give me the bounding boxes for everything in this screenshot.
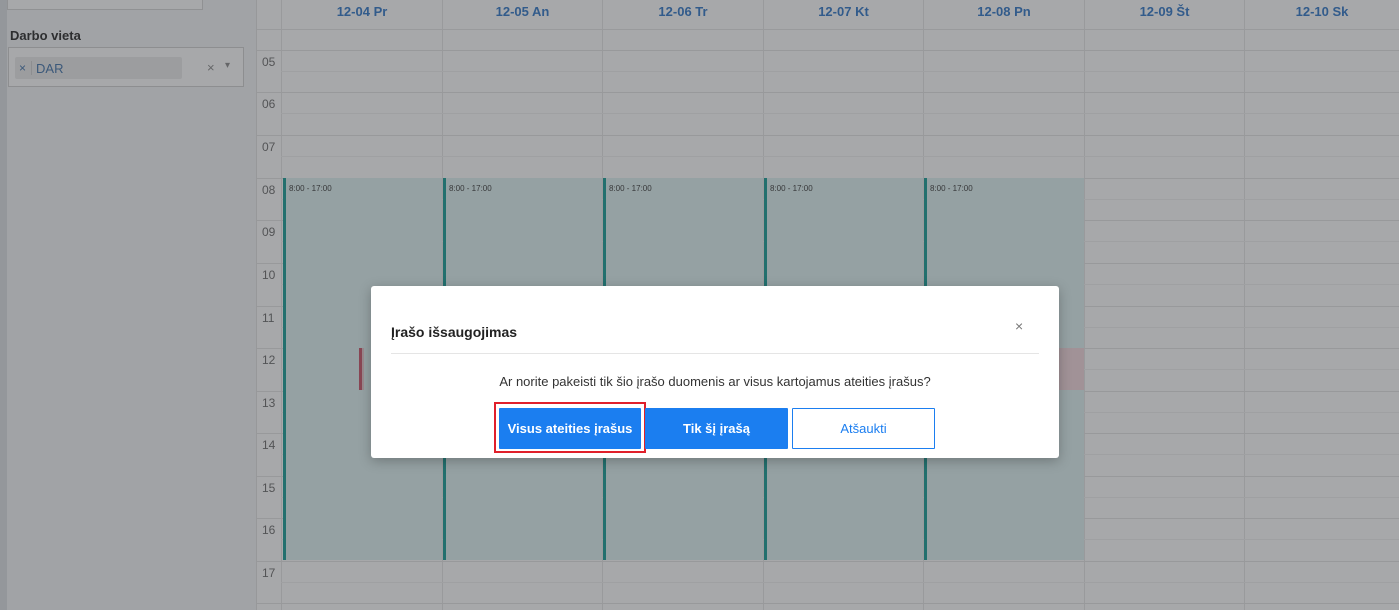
cancel-button[interactable]: Atšaukti — [792, 408, 935, 449]
all-future-records-button[interactable]: Visus ateities įrašus — [499, 408, 641, 449]
close-icon[interactable]: × — [1015, 318, 1023, 334]
dialog-message: Ar norite pakeisti tik šio įrašo duomeni… — [499, 374, 931, 389]
save-record-dialog: Įrašo išsaugojimas × Ar norite pakeisti … — [371, 286, 1059, 458]
dialog-divider — [391, 353, 1039, 354]
dialog-title: Įrašo išsaugojimas — [391, 324, 518, 340]
only-this-record-button[interactable]: Tik šį įrašą — [645, 408, 788, 449]
